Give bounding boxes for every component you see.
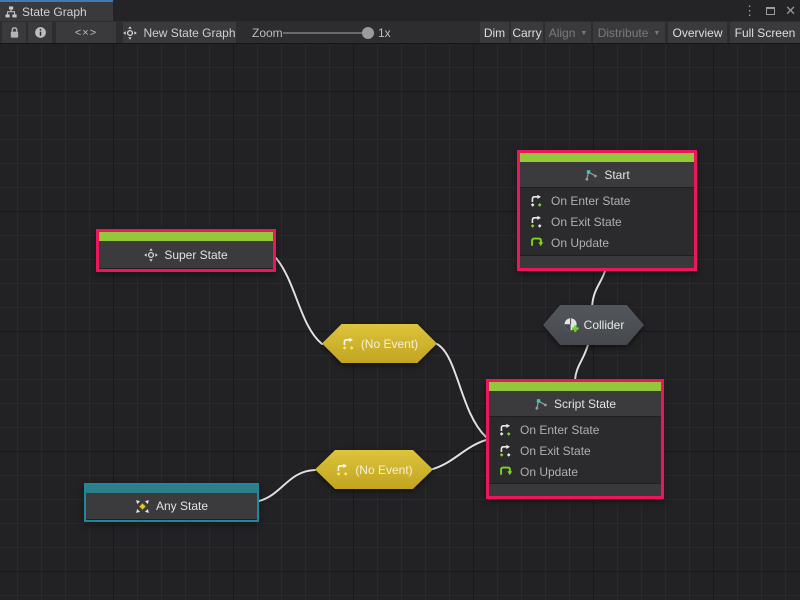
chevron-down-icon: ▼ <box>653 30 660 37</box>
event-row-on-update[interactable]: On Update <box>520 232 694 253</box>
info-icon <box>34 26 47 39</box>
zoom-slider[interactable] <box>283 32 368 34</box>
node-script-state[interactable]: Script State On Enter State <box>486 379 664 499</box>
event-label: On Update <box>520 465 578 479</box>
super-state-icon <box>144 248 158 262</box>
node-no-event-transition-top[interactable]: (No Event) <box>322 324 437 363</box>
graph-toolbar: <×> New State Graph Zoom 1x Dim Carry Al… <box>0 21 800 44</box>
on-exit-state-icon <box>498 443 513 458</box>
node-start[interactable]: Start On Enter State <box>517 150 697 271</box>
on-update-icon <box>498 464 513 479</box>
event-label: On Exit State <box>551 215 622 229</box>
event-row-on-enter[interactable]: On Enter State <box>520 190 694 211</box>
full-screen-button[interactable]: Full Screen <box>730 22 800 43</box>
tab-label: State Graph <box>22 5 87 19</box>
wire-noevent-to-scriptstate[interactable] <box>437 344 486 437</box>
code-icon: <×> <box>75 27 97 39</box>
dim-button-label: Dim <box>484 26 505 40</box>
window-close-icon[interactable]: ✕ <box>785 4 796 17</box>
window-menu-icon[interactable]: ⋮ <box>743 4 756 17</box>
tab-strip: State Graph ⋮ ✕ <box>0 0 800 21</box>
full-screen-button-label: Full Screen <box>735 26 796 40</box>
transition-label: (No Event) <box>355 463 412 477</box>
no-event-icon <box>335 462 350 477</box>
no-event-icon <box>341 336 356 351</box>
code-view-button[interactable]: <×> <box>56 22 116 43</box>
graph-name-label: New State Graph <box>143 26 235 40</box>
flow-graph-icon <box>584 169 598 181</box>
carry-button-label: Carry <box>512 26 541 40</box>
node-any-state[interactable]: Any State <box>84 483 259 522</box>
event-row-on-update[interactable]: On Update <box>489 461 661 482</box>
state-graph-tab-icon <box>5 6 17 18</box>
state-header-bar <box>520 153 694 162</box>
event-label: On Enter State <box>551 194 630 208</box>
zoom-value: 1x <box>378 21 391 44</box>
carry-button[interactable]: Carry <box>511 22 543 43</box>
any-state-icon <box>135 499 150 514</box>
flow-graph-icon <box>534 398 548 410</box>
align-button-label: Align <box>549 26 576 40</box>
lock-button[interactable] <box>2 22 26 43</box>
node-title: Super State <box>164 248 227 262</box>
window-maximize-icon[interactable] <box>766 7 775 15</box>
align-button: Align ▼ <box>545 22 591 43</box>
node-no-event-transition-bottom[interactable]: (No Event) <box>315 450 433 489</box>
distribute-button: Distribute ▼ <box>593 22 665 43</box>
graph-breadcrumb[interactable]: New State Graph <box>123 22 236 43</box>
zoom-slider-handle[interactable] <box>362 27 374 39</box>
lock-icon <box>9 26 20 39</box>
transition-label: Collider <box>584 318 625 332</box>
event-label: On Enter State <box>520 423 599 437</box>
node-title: Any State <box>156 499 208 513</box>
tab-state-graph[interactable]: State Graph <box>0 0 113 21</box>
node-footer <box>489 483 661 496</box>
node-collider-transition[interactable]: Collider <box>543 305 644 345</box>
node-title: Start <box>604 168 629 182</box>
state-header-bar <box>99 232 273 241</box>
any-state-header-bar <box>86 485 257 493</box>
dim-button[interactable]: Dim <box>480 22 509 43</box>
on-exit-state-icon <box>529 214 544 229</box>
zoom-label: Zoom <box>252 21 283 44</box>
overview-button-label: Overview <box>672 26 722 40</box>
event-row-on-enter[interactable]: On Enter State <box>489 419 661 440</box>
collider-icon <box>563 317 579 333</box>
node-footer <box>520 255 694 268</box>
event-label: On Exit State <box>520 444 591 458</box>
chevron-down-icon: ▼ <box>580 30 587 37</box>
graph-icon <box>123 26 137 40</box>
on-enter-state-icon <box>498 422 513 437</box>
on-enter-state-icon <box>529 193 544 208</box>
on-update-icon <box>529 235 544 250</box>
event-row-on-exit[interactable]: On Exit State <box>520 211 694 232</box>
node-super-state[interactable]: Super State <box>96 229 276 272</box>
event-label: On Update <box>551 236 609 250</box>
graph-canvas[interactable]: Super State Start <box>0 44 800 600</box>
node-title: Script State <box>554 397 616 411</box>
transition-label: (No Event) <box>361 337 418 351</box>
event-row-on-exit[interactable]: On Exit State <box>489 440 661 461</box>
info-button[interactable] <box>28 22 52 43</box>
state-header-bar <box>489 382 661 391</box>
overview-button[interactable]: Overview <box>668 22 727 43</box>
distribute-button-label: Distribute <box>598 26 649 40</box>
